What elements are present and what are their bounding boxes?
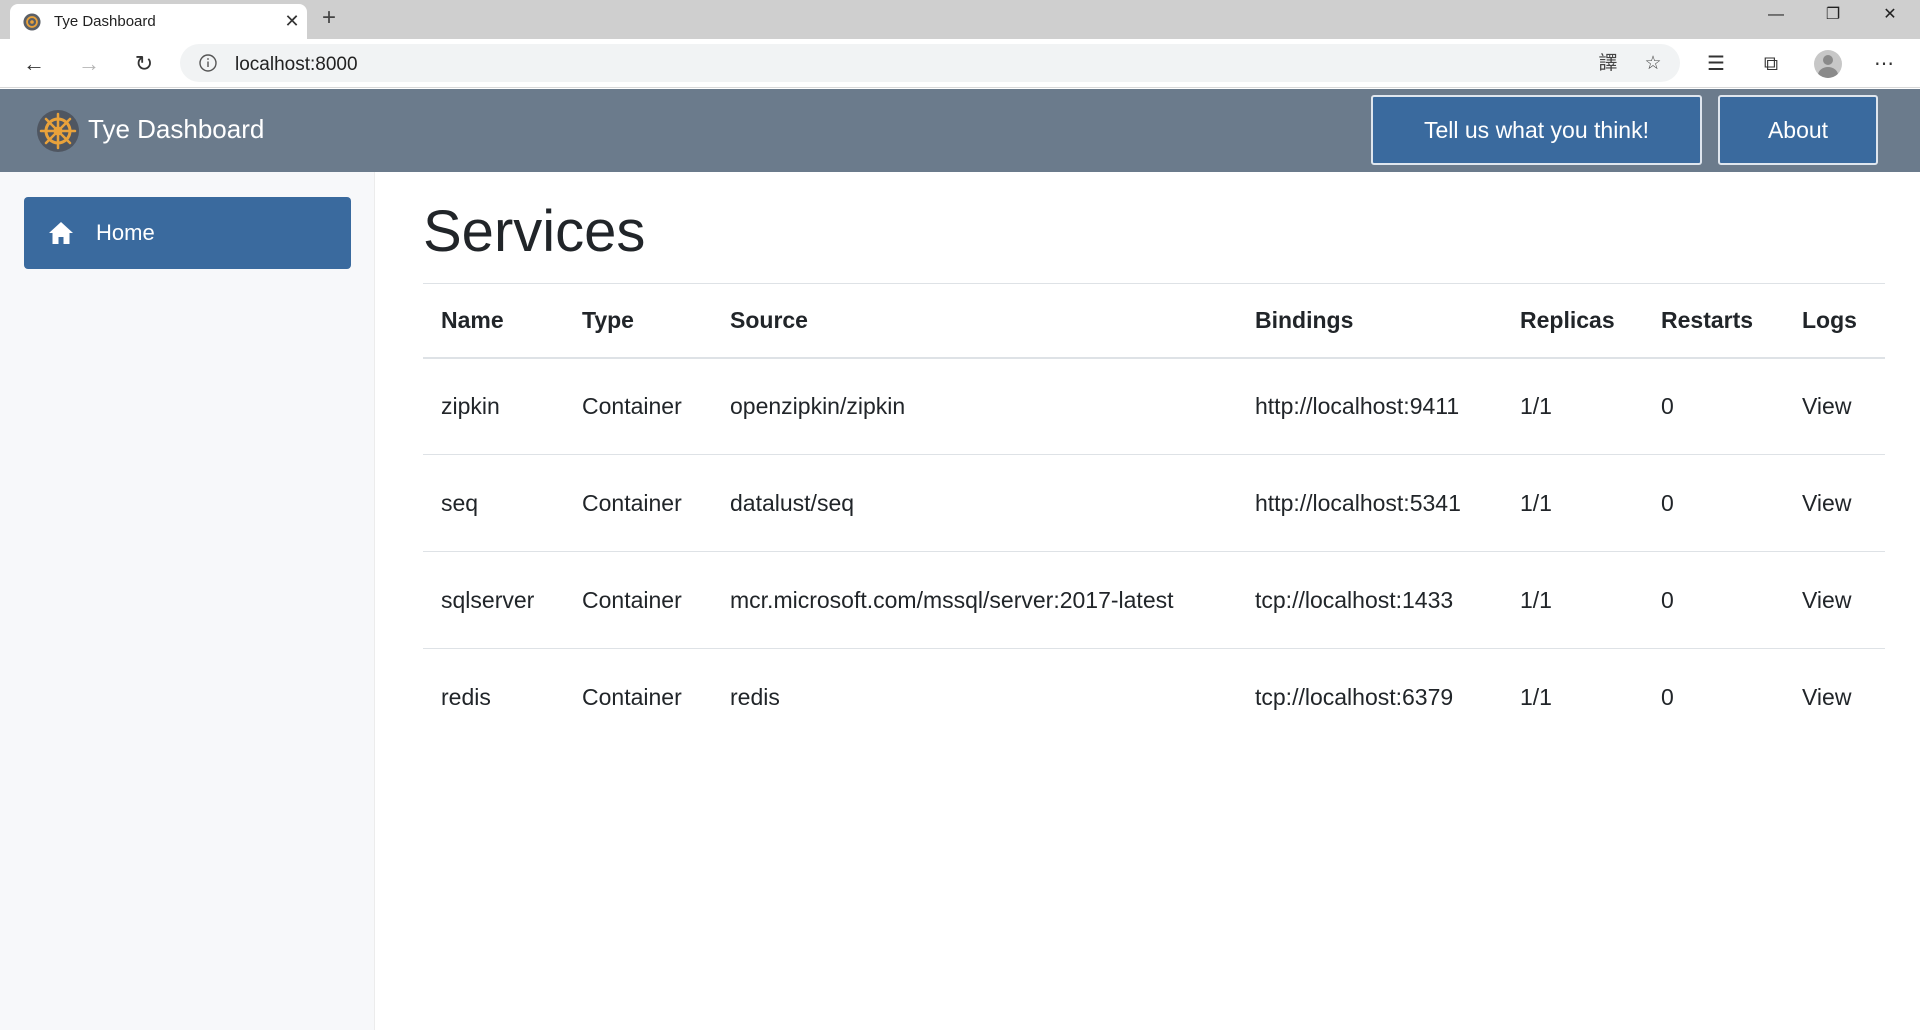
sidebar-item-home[interactable]: Home (24, 197, 351, 269)
service-restarts: 0 (1643, 551, 1784, 649)
home-icon (49, 222, 73, 244)
back-icon[interactable]: ← (18, 48, 50, 80)
tye-logo-icon (23, 13, 41, 31)
page-title: Services (423, 199, 646, 264)
tab-close-icon[interactable]: ✕ (281, 10, 303, 32)
minimize-icon[interactable]: — (1748, 0, 1804, 32)
browser-tabstrip: Tye Dashboard ✕ + — ❐ ✕ (0, 0, 1920, 39)
collections-icon[interactable]: ⧉ (1757, 50, 1785, 78)
service-source: mcr.microsoft.com/mssql/server:2017-late… (712, 551, 1237, 649)
favorites-list-icon[interactable]: ☰ (1702, 50, 1730, 78)
service-type: Container (564, 454, 712, 552)
service-type: Container (564, 357, 712, 455)
view-logs-link[interactable]: View (1784, 649, 1885, 746)
service-restarts: 0 (1643, 454, 1784, 552)
profile-avatar[interactable] (1814, 50, 1842, 78)
service-source: redis (730, 683, 780, 710)
tab-title: Tye Dashboard (54, 13, 156, 30)
tye-logo-icon (37, 110, 79, 152)
service-binding: tcp://localhost:6379 (1255, 683, 1454, 710)
service-name-link[interactable]: zipkin (423, 357, 564, 455)
column-header-type: Type (564, 283, 712, 359)
service-binding-link[interactable]: http://localhost:5341 (1237, 454, 1502, 552)
sidebar: Home (0, 172, 375, 1030)
table-header-row: Name Type Source Bindings Replicas Resta… (423, 283, 1885, 359)
service-name-link[interactable]: redis (423, 649, 564, 746)
column-header-restarts: Restarts (1643, 283, 1784, 359)
service-name-link[interactable]: seq (423, 454, 564, 552)
address-bar[interactable]: localhost:8000 譯 ☆ (180, 44, 1680, 82)
service-source: openzipkin/zipkin (712, 357, 1237, 455)
maximize-icon[interactable]: ❐ (1805, 0, 1861, 32)
view-logs-link[interactable]: View (1784, 357, 1885, 455)
column-header-logs: Logs (1784, 283, 1885, 359)
reload-icon[interactable]: ↻ (128, 48, 160, 80)
url-text[interactable]: localhost:8000 (235, 54, 358, 76)
column-header-replicas: Replicas (1502, 283, 1643, 359)
browser-toolbar: ← → ↻ localhost:8000 譯 ☆ ☰ ⧉ ⋯ (0, 39, 1920, 88)
column-header-source: Source (712, 283, 1237, 359)
brand-title[interactable]: Tye Dashboard (88, 114, 264, 145)
service-binding: tcp://localhost:1433 (1237, 551, 1502, 649)
services-table: Name Type Source Bindings Replicas Resta… (423, 283, 1885, 746)
forward-icon[interactable]: → (73, 48, 105, 80)
view-logs-link[interactable]: View (1784, 551, 1885, 649)
service-replicas: 1/1 (1502, 454, 1643, 552)
favorite-star-icon[interactable]: ☆ (1642, 53, 1664, 75)
service-replicas: 1/1 (1502, 551, 1643, 649)
translate-icon[interactable]: 譯 (1597, 53, 1619, 75)
table-row: seq Container datalust/seq http://localh… (423, 454, 1885, 552)
table-row: redis Container redis tcp://localhost:63… (423, 649, 1885, 746)
service-name-link[interactable]: sqlserver (423, 551, 564, 649)
browser-tab[interactable]: Tye Dashboard ✕ (10, 4, 307, 39)
sidebar-item-label: Home (96, 220, 155, 245)
service-replicas: 1/1 (1502, 357, 1643, 455)
main-content: Services Name Type Source Bindings Repli… (375, 172, 1920, 1030)
column-header-name: Name (423, 283, 564, 359)
column-header-bindings: Bindings (1237, 283, 1502, 359)
close-window-icon[interactable]: ✕ (1862, 0, 1918, 32)
service-replicas: 1/1 (1520, 683, 1552, 710)
table-row: sqlserver Container mcr.microsoft.com/ms… (423, 551, 1885, 649)
new-tab-button[interactable]: + (316, 6, 342, 32)
service-restarts: 0 (1643, 357, 1784, 455)
app-header: Tye Dashboard Tell us what you think! Ab… (0, 89, 1920, 172)
service-type: Container (582, 683, 682, 710)
service-restarts: 0 (1661, 683, 1674, 710)
feedback-button[interactable]: Tell us what you think! (1371, 95, 1702, 165)
view-logs-link[interactable]: View (1784, 454, 1885, 552)
service-type: Container (564, 551, 712, 649)
about-button[interactable]: About (1718, 95, 1878, 165)
service-binding-link[interactable]: http://localhost:9411 (1237, 357, 1502, 455)
service-source: datalust/seq (712, 454, 1237, 552)
more-menu-icon[interactable]: ⋯ (1870, 50, 1898, 78)
info-icon[interactable] (198, 53, 218, 73)
table-row: zipkin Container openzipkin/zipkin http:… (423, 357, 1885, 455)
